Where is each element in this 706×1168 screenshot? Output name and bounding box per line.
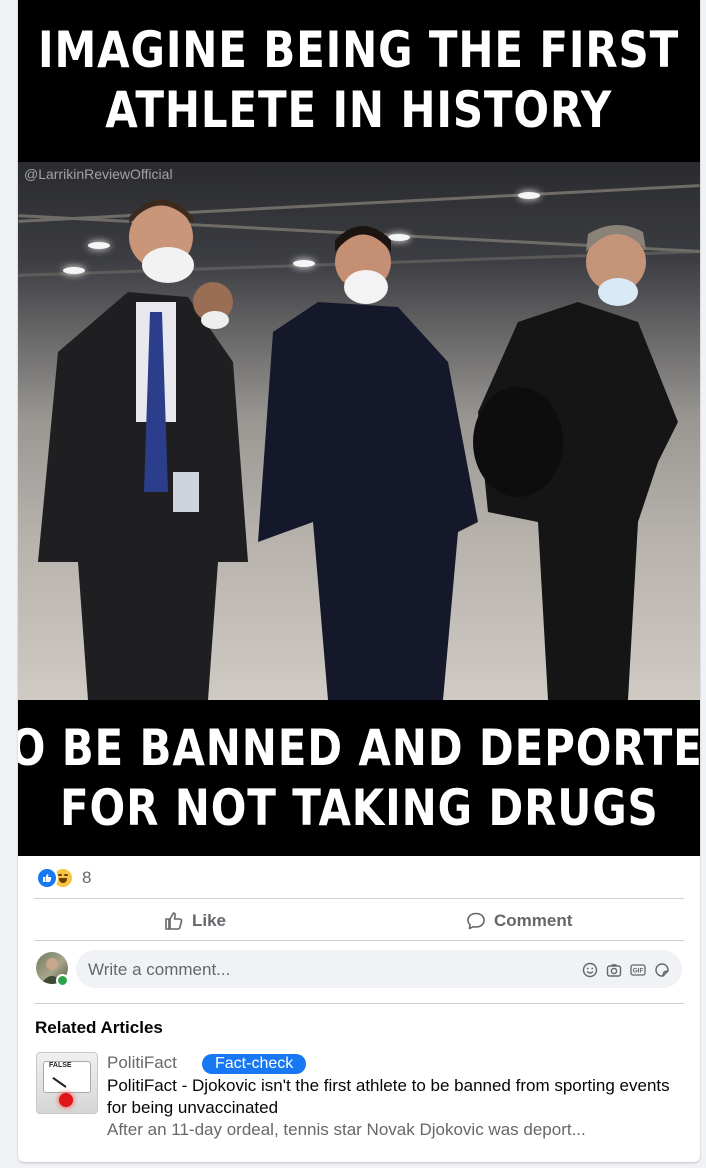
post-card: IMAGINE BEING THE FIRST ATHLETE IN HISTO… [18,0,700,1162]
meme-photo: @LarrikinReviewOfficial [18,162,700,700]
emoji-icon[interactable] [582,962,598,978]
meme-bottom-caption: TO BE BANNED AND DEPORTED FOR NOT TAKING… [18,700,700,856]
like-label: Like [192,911,227,930]
photo-figures [38,199,678,700]
comment-label: Comment [494,911,573,930]
like-icon [36,867,58,889]
reaction-count[interactable]: 8 [82,868,91,888]
thumbs-up-icon [165,912,183,930]
sticker-icon[interactable] [654,962,670,978]
fact-check-badge: Fact-check [202,1054,307,1074]
reactions-summary[interactable]: 8 [36,866,91,890]
article-description[interactable]: After an 11-day ordeal, tennis star Nova… [107,1120,687,1140]
meme-bottom-line-2: FOR NOT TAKING DRUGS [59,779,659,837]
divider [34,940,684,941]
online-status-dot [56,974,69,987]
article-title[interactable]: PolitiFact - Djokovic isn't the first at… [107,1075,677,1119]
comment-input[interactable] [86,950,560,990]
comment-icon [467,912,485,930]
thumbnail-label: FALSE [49,1062,72,1069]
article-source[interactable]: PolitiFact [107,1053,177,1073]
comment-tools: GIF [582,962,670,978]
comment-box[interactable]: GIF [76,950,682,990]
meme-top-line-2: ATHLETE IN HISTORY [105,81,613,139]
divider [34,1003,684,1004]
related-articles-heading: Related Articles [35,1018,163,1037]
camera-icon[interactable] [606,962,622,978]
meme-bottom-line-1: TO BE BANNED AND DEPORTED [18,719,700,777]
svg-text:GIF: GIF [633,968,644,975]
gif-icon[interactable]: GIF [630,962,646,978]
meme-top-caption: IMAGINE BEING THE FIRST ATHLETE IN HISTO… [18,0,700,160]
meme-image[interactable]: IMAGINE BEING THE FIRST ATHLETE IN HISTO… [18,0,700,856]
comment-button[interactable]: Comment [466,906,572,936]
meme-top-line-1: IMAGINE BEING THE FIRST [38,21,680,79]
article-thumbnail[interactable]: FALSE [36,1052,98,1114]
like-button[interactable]: Like [164,906,226,936]
divider [34,898,684,899]
